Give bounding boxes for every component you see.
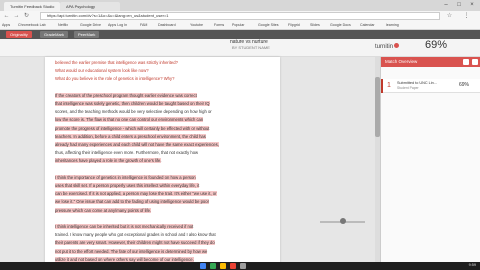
brand-text: turnitin	[375, 44, 394, 50]
address-bar: ← → ↻ https://api.turnitin.com/dv?s=1&o=…	[0, 11, 480, 21]
match-number: 1	[387, 82, 391, 89]
forward-icon[interactable]: →	[12, 12, 21, 20]
document-line: uses that skill set. If a person properl…	[55, 183, 200, 188]
bookmark[interactable]: Calendar	[360, 22, 375, 29]
doc-subtitle: BY STUDENT NAME	[232, 45, 270, 50]
reload-icon[interactable]: ↻	[22, 12, 31, 20]
app-header: Originality GradeMark PeerMark nature vs…	[0, 30, 480, 57]
document-line: not put it to the effort needed. The fat…	[55, 248, 208, 254]
bookmark[interactable]: Dashboard	[158, 22, 176, 29]
document-area: believed the earlier premise that intell…	[0, 57, 380, 270]
bookmark[interactable]: Chromebook Lab	[18, 22, 46, 29]
bookmark[interactable]: FAM	[140, 22, 147, 29]
document-line: teachers. In addition, before a child en…	[55, 133, 206, 139]
bookmark[interactable]: Google Drive	[80, 22, 101, 29]
url-field[interactable]: https://api.turnitin.com/dv?s=1&o=&u=&la…	[40, 12, 440, 20]
panel-title: Match Overview	[385, 59, 418, 64]
browser-tab[interactable]: Turnitin Feedback Studio	[4, 2, 60, 11]
document-line: trained. I know many people who got exce…	[55, 232, 216, 238]
chrome-icon[interactable]	[200, 263, 206, 269]
brand-logo: turnitin	[375, 43, 400, 50]
bookmark[interactable]: Google Sites	[258, 22, 279, 29]
star-icon[interactable]: ☆	[445, 12, 454, 20]
panel-header: Match Overview	[381, 57, 480, 67]
taskbar: 9:59	[0, 262, 480, 270]
document-line: believed the earlier premise that intell…	[55, 60, 178, 65]
mode-peermark[interactable]: PeerMark	[74, 31, 100, 38]
bookmark[interactable]: Apps	[2, 22, 10, 29]
document-line: thus, affecting their intelligence even …	[55, 150, 199, 156]
maximize-icon[interactable]: □	[453, 1, 465, 9]
document-line: What would our educational system look l…	[55, 68, 149, 74]
bookmark[interactable]: Forms	[214, 22, 224, 29]
bookmark[interactable]: Slides	[310, 22, 320, 29]
document-page: believed the earlier premise that intell…	[45, 57, 280, 270]
document-line: promote the progress of intelligence - w…	[55, 125, 210, 131]
document-line: their parents are very smart. However, t…	[55, 240, 215, 246]
document-line: I think intelligence can be inherited bu…	[55, 224, 194, 229]
match-type: Student Paper	[397, 86, 419, 90]
match-source: Submitted to UNC Lin...	[397, 81, 437, 85]
document-line: pressure which can come at any/many poin…	[55, 207, 152, 213]
document-line: If the creators of the preschool program…	[55, 92, 197, 98]
bookmark[interactable]: Flipgrid	[288, 22, 300, 29]
bookmarks-bar: Apps Chromebook Lab Netflix Google Drive…	[0, 21, 480, 30]
document-line: inheritances have played a role in the g…	[55, 158, 162, 164]
document-line: already had many experiences and each ch…	[55, 142, 219, 147]
bookmark[interactable]: Popular	[232, 22, 244, 29]
back-icon[interactable]: ←	[2, 12, 11, 20]
document-line: we lose it." One issue that can add to t…	[55, 199, 209, 205]
bookmark[interactable]: Google Docs	[330, 22, 351, 29]
app-icon[interactable]	[220, 263, 226, 269]
mode-originality[interactable]: Originality	[6, 31, 32, 38]
close-icon[interactable]: ×	[466, 1, 478, 9]
match-percent: 69%	[459, 82, 470, 88]
app-icon[interactable]	[210, 263, 216, 269]
bookmark[interactable]: Netflix	[58, 22, 68, 29]
zoom-slider[interactable]	[320, 218, 365, 224]
browser-tab[interactable]: APA Psychology	[60, 2, 120, 11]
document-line: I think the importance of genetics in in…	[55, 174, 196, 180]
match-row[interactable]: 1 Submitted to UNC Lin... Student Paper …	[381, 79, 480, 93]
bookmark[interactable]: Youtube	[190, 22, 203, 29]
bookmark[interactable]: Apps Log In	[108, 22, 127, 29]
app-icon[interactable]	[240, 263, 246, 269]
brand-dot-icon	[394, 43, 400, 48]
document-line: What do you believe is the role of genet…	[55, 76, 175, 82]
minimize-icon[interactable]: –	[440, 1, 452, 9]
browser-tab-bar: Turnitin Feedback Studio APA Psychology …	[0, 0, 480, 11]
document-line: that intelligence was solely genetic, th…	[55, 101, 210, 106]
mode-grademark[interactable]: GradeMark	[40, 31, 69, 38]
expand-icon[interactable]	[463, 59, 469, 65]
match-overview-panel: Match Overview 1 Submitted to UNC Lin...…	[380, 57, 480, 270]
menu-icon[interactable]: ⋮	[462, 12, 471, 20]
clock: 9:59	[468, 263, 476, 267]
match-color-bar	[381, 79, 383, 93]
document-line: can be exercised. If it is not applied, …	[55, 191, 217, 197]
bookmark[interactable]: learning	[386, 22, 399, 29]
document-line: scores, and the teaching methods would b…	[55, 109, 212, 115]
mode-bar: Originality GradeMark PeerMark	[0, 30, 480, 39]
close-panel-icon[interactable]	[472, 59, 478, 65]
document-line: low the score is. The flaw is that no on…	[55, 117, 204, 123]
zoom-slider-knob[interactable]	[340, 218, 346, 224]
similarity-score[interactable]: 69%	[425, 39, 447, 51]
app-icon[interactable]	[230, 263, 236, 269]
